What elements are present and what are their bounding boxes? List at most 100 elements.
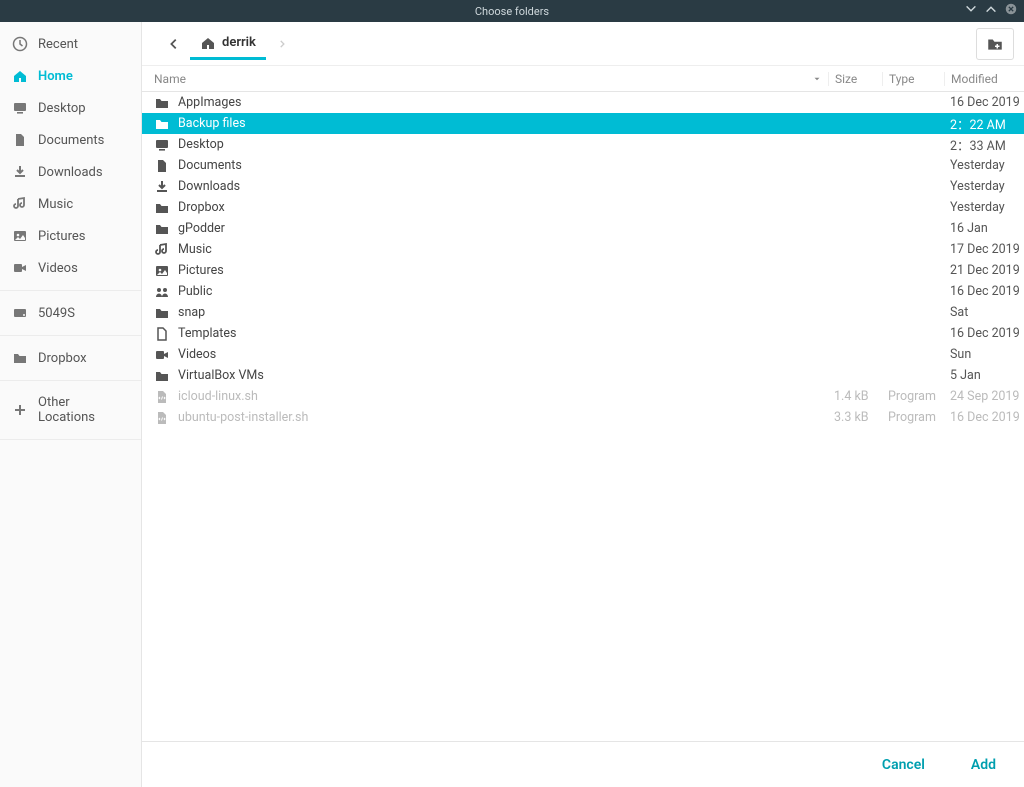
minimize-button[interactable] <box>964 2 978 16</box>
sidebar-item-label: Documents <box>38 133 104 148</box>
video-icon <box>154 347 170 363</box>
file-modified: 16 Dec 2019 <box>944 95 1024 110</box>
file-row[interactable]: snap Sat <box>142 302 1024 323</box>
file-row[interactable]: AppImages16 Dec 2019 <box>142 92 1024 113</box>
document-icon <box>12 132 28 148</box>
file-modified: 16 Dec 2019 <box>944 326 1024 341</box>
file-modified: 24 Sep 2019 <box>944 389 1024 404</box>
sidebar-item-label: 5049S <box>38 306 75 321</box>
sidebar-item-label: Home <box>38 69 73 84</box>
title-bar: Choose folders <box>0 0 1024 22</box>
public-icon <box>154 284 170 300</box>
sidebar-item-label: Music <box>38 197 73 212</box>
header-modified[interactable]: Modified <box>944 72 1024 86</box>
column-headers[interactable]: Name Size Type Modified <box>142 66 1024 92</box>
sidebar-item-pictures[interactable]: Pictures <box>0 220 141 252</box>
breadcrumb-current[interactable]: derrik <box>190 29 266 60</box>
file-name: Templates <box>178 326 236 341</box>
header-size[interactable]: Size <box>828 72 882 86</box>
new-folder-button[interactable] <box>976 28 1014 60</box>
file-type: Program <box>882 410 944 425</box>
header-type[interactable]: Type <box>882 72 944 86</box>
file-modified: 5 Jan <box>944 368 1024 383</box>
path-toolbar: derrik <box>142 22 1024 66</box>
file-name: Desktop <box>178 137 224 152</box>
file-modified: 16 Dec 2019 <box>944 284 1024 299</box>
file-row[interactable]: Backup files2：22 AM <box>142 113 1024 134</box>
music-icon <box>12 196 28 212</box>
file-row[interactable]: VirtualBox VMs 5 Jan <box>142 365 1024 386</box>
sidebar-item-label: Recent <box>38 37 78 52</box>
script-icon <box>154 410 170 426</box>
sidebar-item-home[interactable]: Home <box>0 60 141 92</box>
file-row[interactable]: Pictures 21 Dec 2019 <box>142 260 1024 281</box>
file-row[interactable]: DropboxYesterday <box>142 197 1024 218</box>
script-icon <box>154 389 170 405</box>
file-modified: 21 Dec 2019 <box>944 263 1024 278</box>
file-row[interactable]: Music17 Dec 2019 <box>142 239 1024 260</box>
file-row[interactable]: Public 16 Dec 2019 <box>142 281 1024 302</box>
file-name: Dropbox <box>178 200 225 215</box>
home-icon <box>12 68 28 84</box>
sidebar-item-label: Videos <box>38 261 78 276</box>
music-icon <box>154 242 170 258</box>
cancel-button[interactable]: Cancel <box>882 757 925 773</box>
header-name[interactable]: Name <box>142 72 828 86</box>
places-sidebar: Recent Home Desktop Documents Downloads Music… <box>0 22 142 787</box>
sidebar-item-videos[interactable]: Videos <box>0 252 141 284</box>
sidebar-item-desktop[interactable]: Desktop <box>0 92 141 124</box>
file-list: Name Size Type Modified AppImages16 Dec … <box>142 66 1024 741</box>
file-name: Public <box>178 284 212 299</box>
file-row[interactable]: Downloads Yesterday <box>142 176 1024 197</box>
home-icon <box>200 35 216 51</box>
file-modified: Sun <box>944 347 1024 362</box>
sidebar-item-other-locations[interactable]: Other Locations <box>0 387 141 433</box>
main-panel: derrik Name Size Type Modified AppImages… <box>142 22 1024 787</box>
file-row[interactable]: DocumentsYesterday <box>142 155 1024 176</box>
file-name: Pictures <box>178 263 224 278</box>
sidebar-item-documents[interactable]: Documents <box>0 124 141 156</box>
file-name: VirtualBox VMs <box>178 368 264 383</box>
file-modified: Yesterday <box>944 179 1024 194</box>
image-icon <box>12 228 28 244</box>
file-modified: 2：33 AM <box>944 135 1024 154</box>
plus-icon <box>12 402 28 418</box>
maximize-button[interactable] <box>984 2 998 16</box>
folder-icon <box>154 200 170 216</box>
sidebar-item-music[interactable]: Music <box>0 188 141 220</box>
sidebar-item-recent[interactable]: Recent <box>0 28 141 60</box>
folder-icon <box>12 350 28 366</box>
nav-back-button[interactable] <box>162 30 186 58</box>
add-button[interactable]: Add <box>971 757 996 773</box>
file-row[interactable]: Desktop 2：33 AM <box>142 134 1024 155</box>
file-row[interactable]: ubuntu-post-installer.sh3.3 kBProgram16 … <box>142 407 1024 428</box>
file-row[interactable]: icloud-linux.sh1.4 kBProgram24 Sep 2019 <box>142 386 1024 407</box>
file-name: Downloads <box>178 179 240 194</box>
nav-forward-button[interactable] <box>270 30 294 58</box>
file-modified: Sat <box>944 305 1024 320</box>
sidebar-item-label: Downloads <box>38 165 103 180</box>
file-row[interactable]: Templates 16 Dec 2019 <box>142 323 1024 344</box>
file-modified: Yesterday <box>944 158 1024 173</box>
close-button[interactable] <box>1004 2 1018 16</box>
download-icon <box>12 164 28 180</box>
file-row[interactable]: gPodder16 Jan <box>142 218 1024 239</box>
file-name: snap <box>178 305 205 320</box>
sidebar-item-downloads[interactable]: Downloads <box>0 156 141 188</box>
file-size: 1.4 kB <box>828 389 882 404</box>
file-name: icloud-linux.sh <box>178 389 258 404</box>
dialog-footer: Cancel Add <box>142 741 1024 787</box>
file-row[interactable]: Videos Sun <box>142 344 1024 365</box>
file-chooser-window: Choose folders Recent Home Desktop Document… <box>0 0 1024 787</box>
folder-icon <box>154 221 170 237</box>
desktop-icon <box>154 137 170 153</box>
breadcrumb-label: derrik <box>222 35 256 50</box>
sort-indicator-icon <box>812 74 822 84</box>
sidebar-item-label: Desktop <box>38 101 86 116</box>
file-name: ubuntu-post-installer.sh <box>178 410 308 425</box>
sidebar-item-dropbox[interactable]: Dropbox <box>0 342 141 374</box>
file-name: Videos <box>178 347 216 362</box>
file-modified: 16 Jan <box>944 221 1024 236</box>
sidebar-item-label: Pictures <box>38 229 85 244</box>
sidebar-item-5049s[interactable]: 5049S <box>0 297 141 329</box>
